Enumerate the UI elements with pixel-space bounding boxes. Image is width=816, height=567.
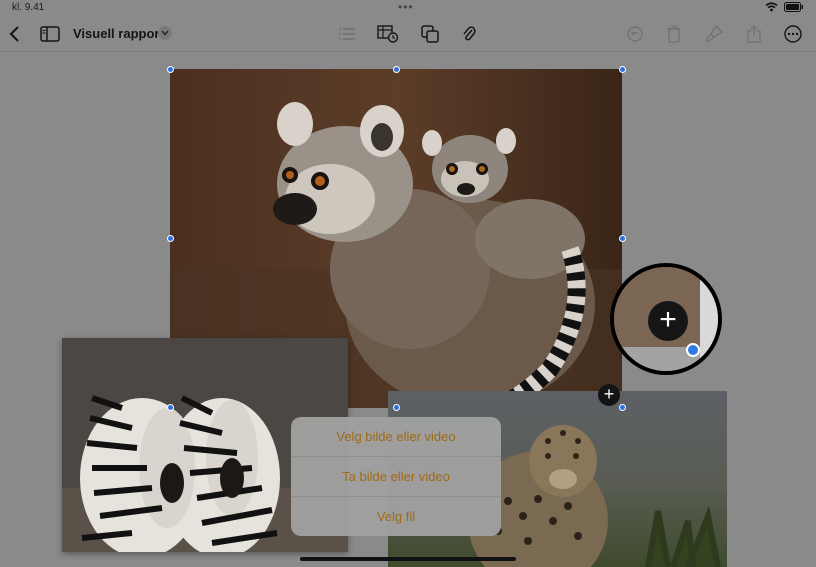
delete-button[interactable] (661, 22, 687, 46)
sidebar-button[interactable] (37, 22, 63, 46)
replace-image-button[interactable]: + (598, 384, 620, 406)
plus-icon: + (603, 384, 615, 404)
insert-table-chart-button[interactable] (375, 22, 401, 46)
status-bar: kl. 9.41 ••• (0, 0, 816, 16)
format-button[interactable] (701, 22, 727, 46)
plus-icon: + (659, 303, 677, 336)
wifi-icon (765, 2, 778, 12)
menu-item-choose-file[interactable]: Velg fil (291, 497, 501, 536)
document-canvas[interactable]: + + Velg bilde eller video Ta bilde elle… (0, 52, 816, 567)
resize-handle-top[interactable] (393, 66, 400, 73)
resize-handle-bottom-left[interactable] (167, 404, 174, 411)
shapes-icon (421, 25, 439, 43)
document-title[interactable]: Visuell rapport (73, 26, 164, 41)
more-icon (784, 25, 802, 43)
magnifier-callout: + (610, 263, 722, 375)
menu-item-choose-photo-video[interactable]: Velg bilde eller video (291, 417, 501, 456)
delete-icon (667, 25, 681, 43)
resize-handle-left[interactable] (167, 235, 174, 242)
resize-handle-bottom-right[interactable] (619, 404, 626, 411)
insert-table-chart-icon (377, 25, 399, 43)
toolbar: Visuell rapport (0, 16, 816, 52)
magnified-handle (686, 343, 700, 357)
multitasking-dots[interactable]: ••• (398, 0, 414, 14)
status-time: kl. 9.41 (12, 2, 45, 13)
paperclip-icon (463, 26, 476, 41)
insert-media-menu: Velg bilde eller video Ta bilde eller vi… (291, 417, 501, 536)
share-button[interactable] (741, 22, 767, 46)
home-indicator[interactable] (300, 557, 516, 561)
resize-handle-top-left[interactable] (167, 66, 174, 73)
menu-item-take-photo-video[interactable]: Ta bilde eller video (291, 457, 501, 496)
back-chevron-icon (9, 26, 19, 42)
back-button[interactable] (2, 22, 28, 46)
chevron-down-icon (161, 30, 169, 36)
battery-icon (784, 2, 803, 12)
undo-icon (627, 26, 643, 42)
undo-button[interactable] (622, 22, 648, 46)
resize-handle-right[interactable] (619, 235, 626, 242)
list-icon (339, 28, 355, 40)
sidebar-icon (40, 26, 60, 42)
attach-button[interactable] (456, 22, 482, 46)
shapes-button[interactable] (417, 22, 443, 46)
magnified-plus-button: + (648, 301, 688, 341)
more-button[interactable] (780, 22, 806, 46)
format-brush-icon (706, 25, 723, 42)
resize-handle-bottom[interactable] (393, 404, 400, 411)
status-icons (765, 2, 804, 12)
resize-handle-top-right[interactable] (619, 66, 626, 73)
title-menu-button[interactable] (158, 26, 172, 40)
list-button[interactable] (334, 22, 360, 46)
share-icon (747, 25, 761, 43)
